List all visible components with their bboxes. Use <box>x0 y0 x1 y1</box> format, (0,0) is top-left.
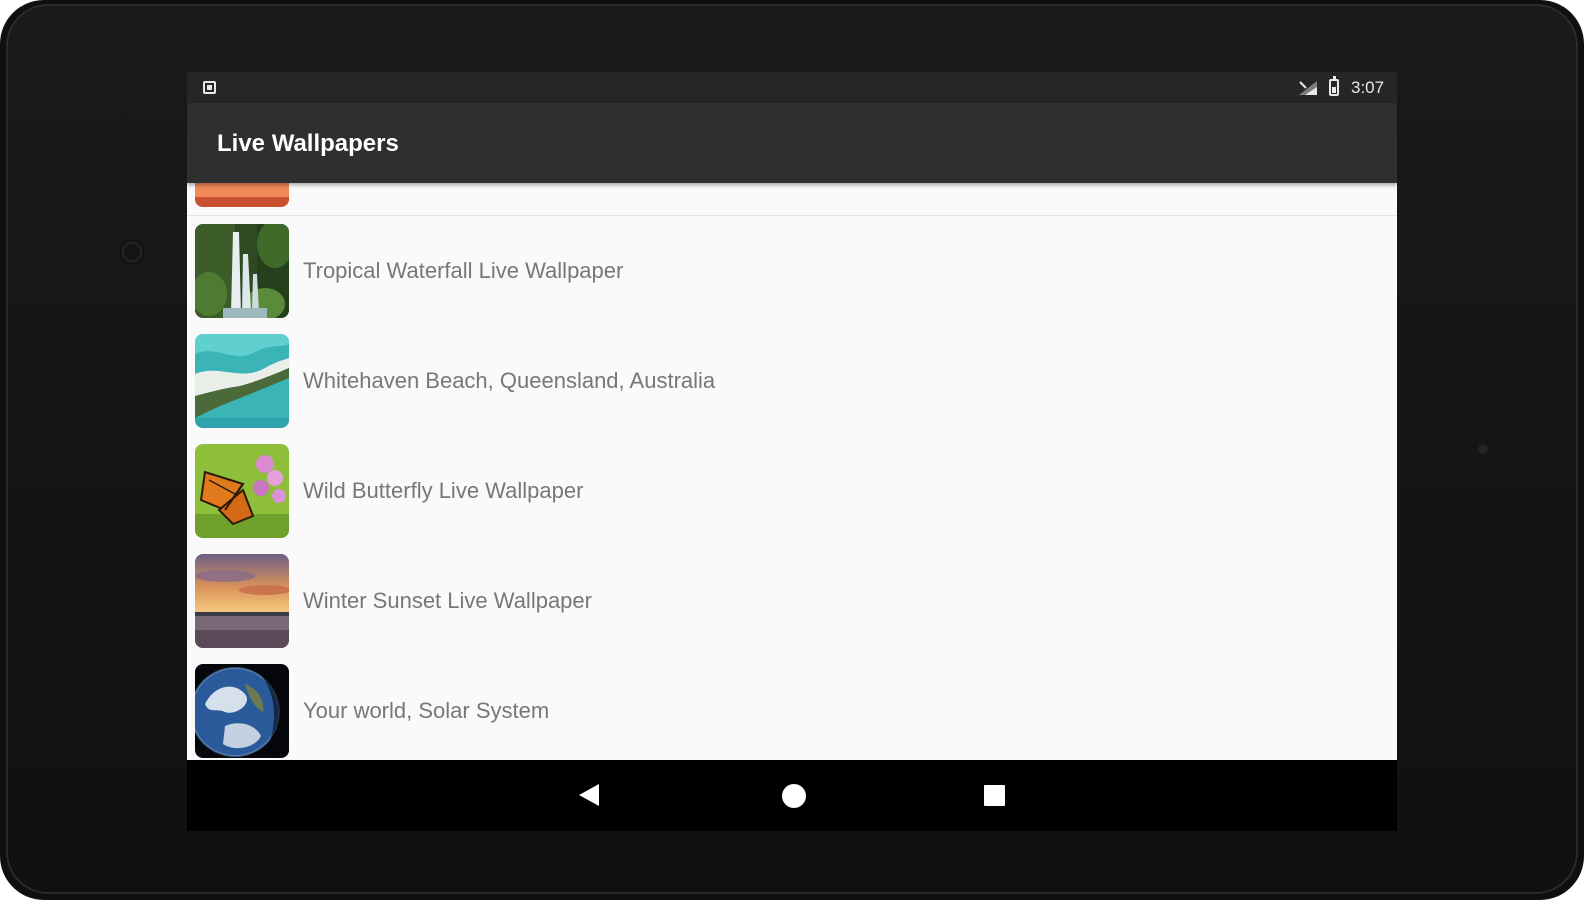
wallpaper-title: Whitehaven Beach, Queensland, Australia <box>303 368 716 393</box>
wallpaper-title: Wild Butterfly Live Wallpaper <box>303 478 584 503</box>
wallpaper-thumbnail-beach <box>195 334 289 428</box>
front-camera <box>121 241 143 263</box>
status-bar: 3:07 <box>187 72 1397 103</box>
list-item[interactable] <box>187 183 1397 216</box>
wallpaper-thumbnail-waterfall <box>195 224 289 318</box>
wallpaper-list[interactable]: Tropical Waterfall Live Wallpaper Whiteh… <box>187 183 1397 760</box>
navigation-bar <box>187 760 1397 831</box>
wallpaper-thumbnail-earth <box>195 664 289 758</box>
list-item[interactable]: Wild Butterfly Live Wallpaper <box>187 436 1397 547</box>
wallpaper-title: Winter Sunset Live Wallpaper <box>303 588 592 613</box>
wallpaper-title: Tropical Waterfall Live Wallpaper <box>303 258 624 283</box>
list-item[interactable]: Winter Sunset Live Wallpaper <box>187 546 1397 657</box>
status-time: 3:07 <box>1351 78 1385 97</box>
wallpaper-thumbnail-sunset <box>195 554 289 648</box>
list-item[interactable]: Tropical Waterfall Live Wallpaper <box>187 216 1397 327</box>
tablet-device: 3:07 Live Wallpapers Tropical Waterfall … <box>0 0 1584 900</box>
app-bar: Live Wallpapers <box>187 103 1397 183</box>
light-sensor <box>1478 444 1488 454</box>
page-title: Live Wallpapers <box>217 130 399 157</box>
wallpaper-thumbnail-orange <box>195 183 289 207</box>
list-item[interactable]: Your world, Solar System <box>187 656 1397 760</box>
back-icon[interactable] <box>577 782 601 808</box>
recents-icon[interactable] <box>984 785 1005 806</box>
home-icon[interactable] <box>782 784 806 808</box>
notification-icon <box>203 81 216 94</box>
screen: 3:07 Live Wallpapers Tropical Waterfall … <box>187 72 1397 831</box>
wallpaper-thumbnail-butterfly <box>195 444 289 538</box>
signal-icon <box>1299 81 1317 95</box>
wallpaper-title: Your world, Solar System <box>303 698 550 723</box>
battery-icon <box>1329 76 1339 96</box>
list-item[interactable]: Whitehaven Beach, Queensland, Australia <box>187 326 1397 437</box>
